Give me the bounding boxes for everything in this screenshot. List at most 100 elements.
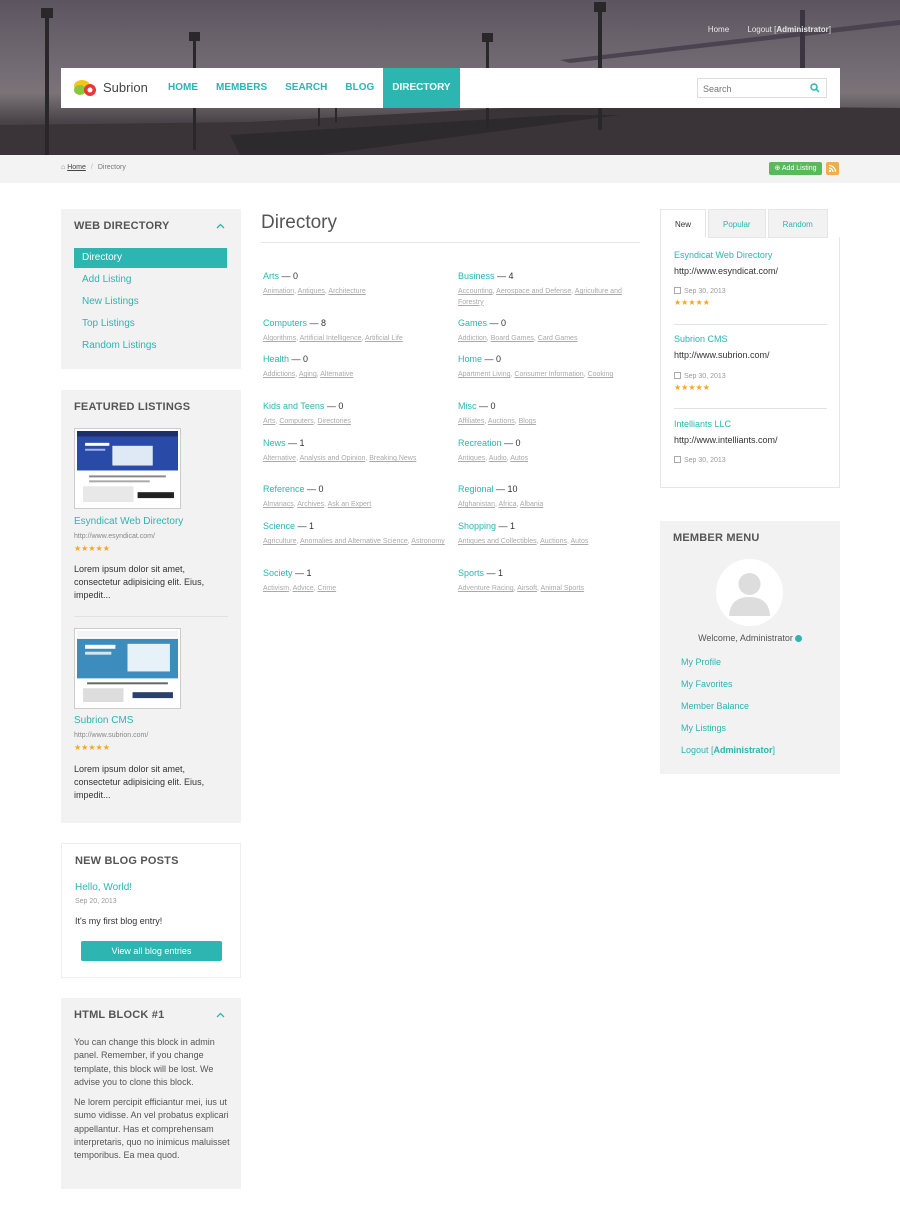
subcategory-link[interactable]: Crime bbox=[317, 585, 336, 592]
avatar[interactable] bbox=[716, 559, 783, 626]
subcategory-link[interactable]: Adventure Racing bbox=[458, 585, 514, 592]
tab-new[interactable]: New bbox=[660, 209, 707, 238]
subcategory-link[interactable]: Alternative bbox=[320, 371, 353, 378]
subcategory-link[interactable]: Arts bbox=[263, 418, 275, 425]
subcategory-link[interactable]: Afghanistan bbox=[458, 501, 495, 508]
chevron-up-icon[interactable] bbox=[216, 1012, 225, 1018]
sidebar-item-random-listings[interactable]: Random Listings bbox=[74, 336, 227, 356]
listing-url[interactable]: http://www.intelliants.com/ bbox=[674, 435, 778, 445]
subcategory-link[interactable]: Blogs bbox=[519, 418, 537, 425]
subcategory-link[interactable]: Directories bbox=[317, 418, 350, 425]
subcategory-link[interactable]: Apartment Living bbox=[458, 371, 511, 378]
top-home-link[interactable]: Home bbox=[708, 25, 729, 34]
listing-url[interactable]: http://www.subrion.com/ bbox=[674, 350, 770, 360]
featured-listing-url[interactable]: http://www.subrion.com/ bbox=[74, 732, 148, 739]
tab-random[interactable]: Random bbox=[767, 209, 828, 238]
rss-button[interactable] bbox=[826, 162, 839, 175]
listing-title[interactable]: Esyndicat Web Directory bbox=[674, 250, 772, 260]
blog-post-title[interactable]: Hello, World! bbox=[75, 882, 132, 893]
featured-listing-title[interactable]: Subrion CMS bbox=[74, 715, 133, 726]
subcategory-link[interactable]: Computers bbox=[279, 418, 313, 425]
subcategory-link[interactable]: Aerospace and Defense bbox=[496, 288, 571, 295]
subcategory-link[interactable]: Audio bbox=[489, 455, 507, 462]
category-name-link[interactable]: Science bbox=[263, 521, 295, 531]
subcategory-link[interactable]: Accounting bbox=[458, 288, 493, 295]
search-icon[interactable] bbox=[810, 83, 820, 93]
sidebar-item-top-listings[interactable]: Top Listings bbox=[74, 314, 227, 334]
subcategory-link[interactable]: Autos bbox=[510, 455, 528, 462]
nav-search[interactable]: SEARCH bbox=[276, 68, 336, 108]
subcategory-link[interactable]: Ask an Expert bbox=[328, 501, 372, 508]
category-name-link[interactable]: Reference bbox=[263, 484, 305, 494]
subcategory-link[interactable]: Albania bbox=[520, 501, 543, 508]
subcategory-link[interactable]: Autos bbox=[571, 538, 589, 545]
featured-listing-title[interactable]: Esyndicat Web Directory bbox=[74, 516, 183, 527]
subcategory-link[interactable]: Astronomy bbox=[411, 538, 444, 545]
category-name-link[interactable]: Arts bbox=[263, 271, 279, 281]
nav-home[interactable]: HOME bbox=[159, 68, 207, 108]
listing-title[interactable]: Intelliants LLC bbox=[674, 419, 731, 429]
subcategory-link[interactable]: Activism bbox=[263, 585, 289, 592]
category-name-link[interactable]: Kids and Teens bbox=[263, 401, 324, 411]
subcategory-link[interactable]: Architecture bbox=[328, 288, 365, 295]
subcategory-link[interactable]: Advice bbox=[293, 585, 314, 592]
subcategory-link[interactable]: Analysis and Opinion bbox=[300, 455, 366, 462]
add-listing-button[interactable]: ⊕ Add Listing bbox=[769, 162, 822, 175]
chevron-up-icon[interactable] bbox=[216, 223, 225, 229]
subcategory-link[interactable]: Breaking News bbox=[369, 455, 416, 462]
nav-members[interactable]: MEMBERS bbox=[207, 68, 276, 108]
subcategory-link[interactable]: Animal Sports bbox=[541, 585, 585, 592]
category-name-link[interactable]: Games bbox=[458, 318, 487, 328]
subcategory-link[interactable]: Africa bbox=[499, 501, 517, 508]
category-name-link[interactable]: Home bbox=[458, 354, 482, 364]
subcategory-link[interactable]: Addictions bbox=[263, 371, 295, 378]
brand-name[interactable]: Subrion bbox=[103, 80, 148, 95]
listing-thumbnail[interactable] bbox=[74, 628, 181, 709]
listing-title[interactable]: Subrion CMS bbox=[674, 334, 728, 344]
listing-url[interactable]: http://www.esyndicat.com/ bbox=[674, 266, 778, 276]
member-link-my-profile[interactable]: My Profile bbox=[681, 657, 721, 667]
subcategory-link[interactable]: Addiction bbox=[458, 335, 487, 342]
category-name-link[interactable]: Sports bbox=[458, 568, 484, 578]
category-name-link[interactable]: Regional bbox=[458, 484, 494, 494]
category-name-link[interactable]: Society bbox=[263, 568, 293, 578]
listing-thumbnail[interactable] bbox=[74, 428, 181, 509]
breadcrumb-home[interactable]: Home bbox=[67, 164, 86, 171]
category-name-link[interactable]: Shopping bbox=[458, 521, 496, 531]
subcategory-link[interactable]: Artificial Life bbox=[365, 335, 403, 342]
subcategory-link[interactable]: Algorithms bbox=[263, 335, 296, 342]
category-name-link[interactable]: Health bbox=[263, 354, 289, 364]
subcategory-link[interactable]: Artificial Intelligence bbox=[300, 335, 362, 342]
subcategory-link[interactable]: Almanacs bbox=[263, 501, 294, 508]
gear-icon[interactable] bbox=[794, 635, 802, 642]
member-link-my-favorites[interactable]: My Favorites bbox=[681, 679, 733, 689]
subcategory-link[interactable]: Agriculture bbox=[263, 538, 296, 545]
view-all-blog-entries-button[interactable]: View all blog entries bbox=[81, 941, 222, 961]
search-input[interactable] bbox=[698, 80, 806, 98]
sidebar-item-directory[interactable]: Directory bbox=[74, 248, 227, 268]
subcategory-link[interactable]: Airsoft bbox=[517, 585, 537, 592]
member-link-member-balance[interactable]: Member Balance bbox=[681, 701, 749, 711]
subcategory-link[interactable]: Cooking bbox=[588, 371, 614, 378]
subcategory-link[interactable]: Antiques bbox=[458, 455, 485, 462]
sidebar-item-new-listings[interactable]: New Listings bbox=[74, 292, 227, 312]
subcategory-link[interactable]: Auctions bbox=[488, 418, 515, 425]
category-name-link[interactable]: Recreation bbox=[458, 438, 502, 448]
subcategory-link[interactable]: Antiques bbox=[298, 288, 325, 295]
sidebar-item-add-listing[interactable]: Add Listing bbox=[74, 270, 227, 290]
subcategory-link[interactable]: Archives bbox=[297, 501, 324, 508]
subcategory-link[interactable]: Anomalies and Alternative Science bbox=[300, 538, 408, 545]
subrion-logo-icon[interactable] bbox=[73, 78, 97, 98]
subcategory-link[interactable]: Card Games bbox=[538, 335, 578, 342]
subcategory-link[interactable]: Animation bbox=[263, 288, 294, 295]
subcategory-link[interactable]: Alternative bbox=[263, 455, 296, 462]
subcategory-link[interactable]: Affiliates bbox=[458, 418, 484, 425]
category-name-link[interactable]: Business bbox=[458, 271, 495, 281]
nav-blog[interactable]: BLOG bbox=[336, 68, 383, 108]
subcategory-link[interactable]: Auctions bbox=[540, 538, 567, 545]
category-name-link[interactable]: News bbox=[263, 438, 286, 448]
featured-listing-url[interactable]: http://www.esyndicat.com/ bbox=[74, 533, 155, 540]
subcategory-link[interactable]: Aging bbox=[299, 371, 317, 378]
category-name-link[interactable]: Computers bbox=[263, 318, 307, 328]
top-logout-link[interactable]: Logout [Administrator] bbox=[747, 25, 831, 34]
